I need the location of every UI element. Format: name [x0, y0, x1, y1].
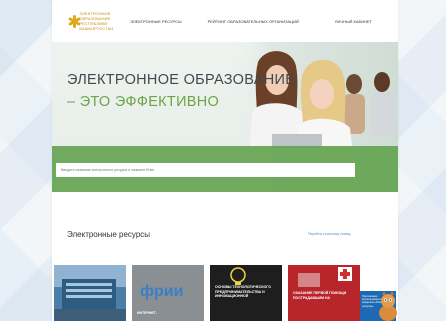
- hero-subtitle: – ЭТО ЭФФЕКТИВНО: [67, 94, 220, 110]
- full-list-link[interactable]: Перейти к полному списку: [308, 232, 351, 236]
- site-logo[interactable]: ЭЛЕКТРОННОЕ ОБРАЗОВАНИЕ РЕСПУБЛИКИ БАШКО…: [68, 11, 120, 31]
- logo-line-2: РЕСПУБЛИКИ БАШКОРТОСТАН: [79, 21, 114, 31]
- site-header: ЭЛЕКТРОННОЕ ОБРАЗОВАНИЕ РЕСПУБЛИКИ БАШКО…: [52, 0, 398, 42]
- mascot-squirrel-icon[interactable]: [377, 291, 399, 321]
- logo-star-icon: [68, 14, 81, 28]
- main-nav: ЭЛЕКТРОННЫЕ РЕСУРСЫ РЕЙТИНГ ОБРАЗОВАТЕЛЬ…: [130, 19, 398, 24]
- resource-card-caption: ОКАЗАНИЕ ПЕРВОЙ ПОМОЩИ ПОСТРАДАВШИМ НА: [293, 291, 347, 300]
- resource-search-input[interactable]: [56, 163, 355, 177]
- building-photo: [54, 265, 126, 321]
- logo-text: ЭЛЕКТРОННОЕ ОБРАЗОВАНИЕ РЕСПУБЛИКИ БАШКО…: [79, 11, 120, 31]
- site-container: ЭЛЕКТРОННОЕ ОБРАЗОВАНИЕ РЕСПУБЛИКИ БАШКО…: [52, 0, 398, 321]
- nav-electronic-resources[interactable]: ЭЛЕКТРОННЫЕ РЕСУРСЫ: [130, 19, 181, 24]
- page-background: ЭЛЕКТРОННОЕ ОБРАЗОВАНИЕ РЕСПУБЛИКИ БАШКО…: [0, 0, 446, 321]
- hero-title: ЭЛЕКТРОННОЕ ОБРАЗОВАНИЕ: [67, 72, 296, 88]
- resource-card-tech-business[interactable]: ОСНОВЫ ТЕХНОЛОГИЧЕСКОГО ПРЕДПРИНИМАТЕЛЬС…: [210, 265, 282, 321]
- resource-card-caption: ИНТЕРНЕТ-: [137, 311, 158, 315]
- resource-card-first-aid[interactable]: ОКАЗАНИЕ ПЕРВОЙ ПОМОЩИ ПОСТРАДАВШИМ НА: [288, 265, 360, 321]
- resource-card-building[interactable]: [54, 265, 126, 321]
- logo-line-1: ЭЛЕКТРОННОЕ ОБРАЗОВАНИЕ: [79, 11, 111, 21]
- hero-banner: ЭЛЕКТРОННОЕ ОБРАЗОВАНИЕ – ЭТО ЭФФЕКТИВНО: [52, 42, 398, 192]
- resource-card-caption: ОСНОВЫ ТЕХНОЛОГИЧЕСКОГО ПРЕДПРИНИМАТЕЛЬС…: [215, 285, 271, 298]
- nav-rating[interactable]: РЕЙТИНГ ОБРАЗОВАТЕЛЬНЫХ ОРГАНИЗАЦИЙ: [208, 19, 299, 24]
- nav-personal-account[interactable]: ЛИЧНЫЙ КАБИНЕТ: [335, 19, 372, 24]
- resource-cards: фрии ИНТЕРНЕТ- ОСНОВЫ ТЕХНОЛОГИЧЕСКОГО П…: [54, 265, 398, 321]
- resource-card-frii[interactable]: фрии ИНТЕРНЕТ-: [132, 265, 204, 321]
- frii-logo: фрии: [140, 283, 184, 300]
- resources-section-title: Электронные ресурсы: [67, 230, 151, 239]
